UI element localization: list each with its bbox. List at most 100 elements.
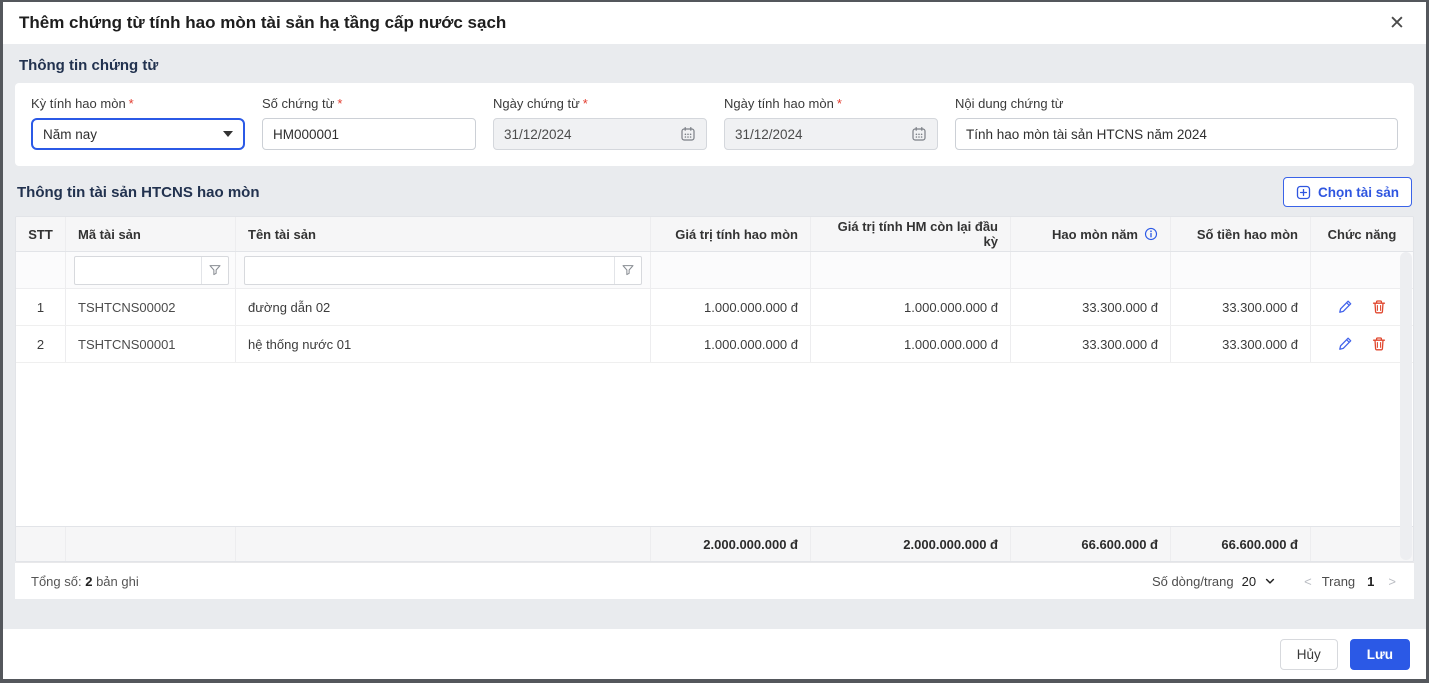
depreciation-period-select[interactable]: Năm nay [31,118,245,150]
pagination: Số dòng/trang 20 < Trang 1 > [1152,574,1398,589]
section-title-document-info: Thông tin chứng từ [15,44,1414,83]
asset-code-cell: TSHTCNS00001 [66,326,236,362]
depreciation-value-cell: 1.000.000.000 đ [651,289,811,325]
cancel-button[interactable]: Hủy [1280,639,1338,670]
column-header-depreciation-amount: Số tiền hao mòn [1171,217,1311,251]
asset-name-cell: hệ thống nước 01 [236,326,651,362]
asset-section-header: Thông tin tài sản HTCNS hao mòn Chọn tài… [17,177,1412,207]
row-index: 1 [16,289,66,325]
filter-cell [1171,252,1311,288]
modal-body: Thông tin chứng từ Kỳ tính hao mòn* Năm … [3,44,1426,629]
document-number-input[interactable] [273,127,465,142]
modal-title: Thêm chứng từ tính hao mòn tài sản hạ tầ… [19,13,506,33]
depreciation-period-value: Năm nay [43,127,97,142]
filter-cell [1011,252,1171,288]
total-remaining-value: 2.000.000.000 đ [811,527,1011,561]
info-icon[interactable] [1144,227,1158,241]
table-totals-row: 2.000.000.000 đ 2.000.000.000 đ 66.600.0… [16,526,1413,561]
field-depreciation-period: Kỳ tính hao mòn* Năm nay [31,96,245,150]
record-count-value: 2 [85,574,92,589]
modal-header: Thêm chứng từ tính hao mòn tài sản hạ tầ… [3,2,1426,44]
record-count: Tổng số: 2 bản ghi [31,574,139,589]
next-page-button[interactable]: > [1386,574,1398,589]
section-title-asset-info: Thông tin tài sản HTCNS hao mòn [17,184,260,201]
select-asset-button-label: Chọn tài sản [1318,185,1399,200]
field-document-content: Nội dung chứng từ [955,96,1398,150]
field-depreciation-date: Ngày tính hao mòn* 31/12/2024 [724,96,938,150]
asset-name-filter-input[interactable] [245,257,614,284]
depreciation-amount-cell: 33.300.000 đ [1171,326,1311,362]
field-label: Nội dung chứng từ [955,96,1398,111]
rows-per-page-select[interactable]: 20 [1242,574,1276,589]
prev-page-button[interactable]: < [1302,574,1314,589]
field-label: Số chứng từ* [262,96,476,111]
table-header-row: STT Mã tài sản Tên tài sản Giá trị tính … [16,217,1413,252]
chevron-down-icon [1264,575,1276,587]
remaining-value-cell: 1.000.000.000 đ [811,326,1011,362]
filter-cell [1311,252,1413,288]
field-document-number: Số chứng từ* [262,96,476,150]
row-actions-cell [1311,326,1413,362]
table-scrollbar[interactable] [1400,252,1412,560]
chevron-down-icon [223,131,233,137]
document-content-input[interactable] [966,127,1387,142]
yearly-depreciation-cell: 33.300.000 đ [1011,326,1171,362]
current-page: 1 [1363,574,1378,589]
asset-code-filter [74,256,229,285]
asset-name-filter [244,256,642,285]
table-row[interactable]: 1 TSHTCNS00002 đường dẫn 02 1.000.000.00… [16,289,1413,326]
field-label: Ngày tính hao mòn* [724,96,938,111]
calendar-icon [911,126,927,142]
filter-cell [651,252,811,288]
filter-cell-asset-name [236,252,651,288]
field-label: Ngày chứng từ* [493,96,707,111]
page-label: Trang [1322,574,1355,589]
asset-name-cell: đường dẫn 02 [236,289,651,325]
table-footer: Tổng số: 2 bản ghi Số dòng/trang 20 < Tr… [15,562,1414,599]
depreciation-amount-cell: 33.300.000 đ [1171,289,1311,325]
column-header-actions: Chức năng [1311,217,1413,251]
close-icon[interactable]: ✕ [1384,10,1410,36]
rows-per-page-label: Số dòng/trang [1152,574,1234,589]
delete-icon[interactable] [1370,335,1388,353]
asset-code-filter-input[interactable] [75,257,201,284]
table-filter-row [16,252,1413,289]
column-header-asset-code: Mã tài sản [66,217,236,251]
table-empty-area [16,363,1413,526]
row-actions-cell [1311,289,1413,325]
document-content-input-wrap [955,118,1398,150]
remaining-value-cell: 1.000.000.000 đ [811,289,1011,325]
total-yearly-depreciation: 66.600.000 đ [1011,527,1171,561]
filter-cell-asset-code [66,252,236,288]
depreciation-date-input: 31/12/2024 [724,118,938,150]
table-row[interactable]: 2 TSHTCNS00001 hệ thống nước 01 1.000.00… [16,326,1413,363]
asset-table: STT Mã tài sản Tên tài sản Giá trị tính … [15,216,1414,562]
column-header-depreciation-value: Giá trị tính hao mòn [651,217,811,251]
yearly-depreciation-cell: 33.300.000 đ [1011,289,1171,325]
filter-icon[interactable] [614,257,641,284]
document-number-input-wrap [262,118,476,150]
save-button[interactable]: Lưu [1350,639,1410,670]
column-header-yearly-depreciation: Hao mòn năm [1011,217,1171,251]
filter-cell [811,252,1011,288]
plus-square-icon [1296,185,1311,200]
row-index: 2 [16,326,66,362]
depreciation-value-cell: 1.000.000.000 đ [651,326,811,362]
delete-icon[interactable] [1370,298,1388,316]
column-header-asset-name: Tên tài sản [236,217,651,251]
total-depreciation-amount: 66.600.000 đ [1171,527,1311,561]
table-body-rows: 1 TSHTCNS00002 đường dẫn 02 1.000.000.00… [16,289,1413,363]
field-document-date: Ngày chứng từ* 31/12/2024 [493,96,707,150]
edit-icon[interactable] [1336,335,1354,353]
modal-footer: Hủy Lưu [3,629,1426,679]
modal-dialog: Thêm chứng từ tính hao mòn tài sản hạ tầ… [0,0,1429,683]
column-header-stt: STT [16,217,66,251]
document-date-input: 31/12/2024 [493,118,707,150]
field-label: Kỳ tính hao mòn* [31,96,245,111]
filter-cell-stt [16,252,66,288]
edit-icon[interactable] [1336,298,1354,316]
calendar-icon [680,126,696,142]
select-asset-button[interactable]: Chọn tài sản [1283,177,1412,207]
filter-icon[interactable] [201,257,228,284]
document-info-form: Kỳ tính hao mòn* Năm nay Số chứng từ* Ng… [15,83,1414,166]
